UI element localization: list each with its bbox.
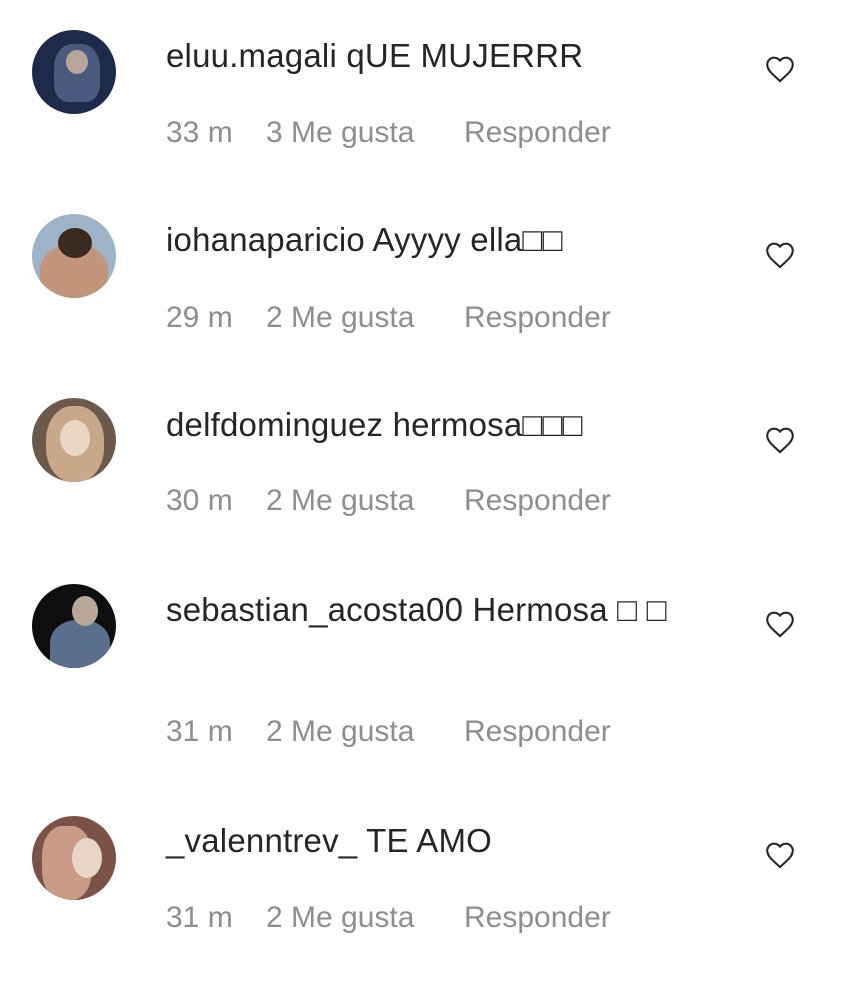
comment-username[interactable]: _valenntrev_ [166, 822, 357, 859]
like-button[interactable] [762, 52, 798, 86]
comment-body: delfdominguez hermosa□□□ [166, 402, 736, 448]
comment-text: hermosa□□□ [392, 406, 583, 443]
comment-username[interactable]: delfdominguez [166, 406, 383, 443]
like-button[interactable] [762, 607, 798, 641]
like-button[interactable] [762, 423, 798, 457]
comment-body: sebastian_acosta00 Hermosa □ □ [166, 587, 736, 633]
comment-body: _valenntrev_ TE AMO [166, 818, 736, 864]
comment-likes[interactable]: 2 Me gusta [266, 483, 464, 519]
avatar[interactable] [32, 816, 116, 900]
comment-text: TE AMO [366, 822, 493, 859]
comment-time[interactable]: 31 m [166, 900, 266, 936]
comment-body: eluu.magali qUE MUJERRR [166, 33, 736, 79]
comment-meta: 30 m2 Me gusta Responder [166, 483, 611, 519]
comment-text: Hermosa □ □ [472, 591, 667, 628]
comment-time[interactable]: 29 m [166, 300, 266, 336]
comment-time[interactable]: 31 m [166, 714, 266, 750]
heart-icon [766, 56, 794, 83]
heart-icon [766, 611, 794, 638]
reply-button[interactable]: Responder [464, 115, 611, 151]
comment-likes[interactable]: 2 Me gusta [266, 900, 464, 936]
avatar[interactable] [32, 584, 116, 668]
reply-button[interactable]: Responder [464, 483, 611, 519]
comment-meta: 31 m2 Me gusta Responder [166, 714, 611, 750]
avatar-face [60, 420, 90, 456]
avatar[interactable] [32, 398, 116, 482]
heart-icon [766, 842, 794, 869]
reply-button[interactable]: Responder [464, 714, 611, 750]
comment-likes[interactable]: 2 Me gusta [266, 714, 464, 750]
comment-time[interactable]: 30 m [166, 483, 266, 519]
avatar-hair [58, 228, 92, 258]
comment-username[interactable]: iohanaparicio [166, 221, 365, 258]
avatar[interactable] [32, 214, 116, 298]
reply-button[interactable]: Responder [464, 900, 611, 936]
reply-button[interactable]: Responder [464, 300, 611, 336]
comment-username[interactable]: eluu.magali [166, 37, 337, 74]
comment-meta: 31 m2 Me gusta Responder [166, 900, 611, 936]
avatar[interactable] [32, 30, 116, 114]
comment-username[interactable]: sebastian_acosta00 [166, 591, 463, 628]
avatar-face [66, 50, 88, 74]
like-button[interactable] [762, 838, 798, 872]
comment-likes[interactable]: 2 Me gusta [266, 300, 464, 336]
avatar-figure [50, 620, 110, 668]
comment-list: eluu.magali qUE MUJERRR 33 m3 Me gusta Re… [0, 0, 861, 992]
comment-meta: 33 m3 Me gusta Responder [166, 115, 611, 151]
comment-time[interactable]: 33 m [166, 115, 266, 151]
heart-icon [766, 242, 794, 269]
comment-text: qUE MUJERRR [346, 37, 584, 74]
avatar-face [72, 596, 98, 626]
comment-body: iohanaparicio Ayyyy ella□□ [166, 217, 736, 263]
like-button[interactable] [762, 238, 798, 272]
comment-text: Ayyyy ella□□ [372, 221, 563, 258]
comment-likes[interactable]: 3 Me gusta [266, 115, 464, 151]
comment-meta: 29 m2 Me gusta Responder [166, 300, 611, 336]
avatar-highlight [72, 838, 102, 878]
heart-icon [766, 427, 794, 454]
